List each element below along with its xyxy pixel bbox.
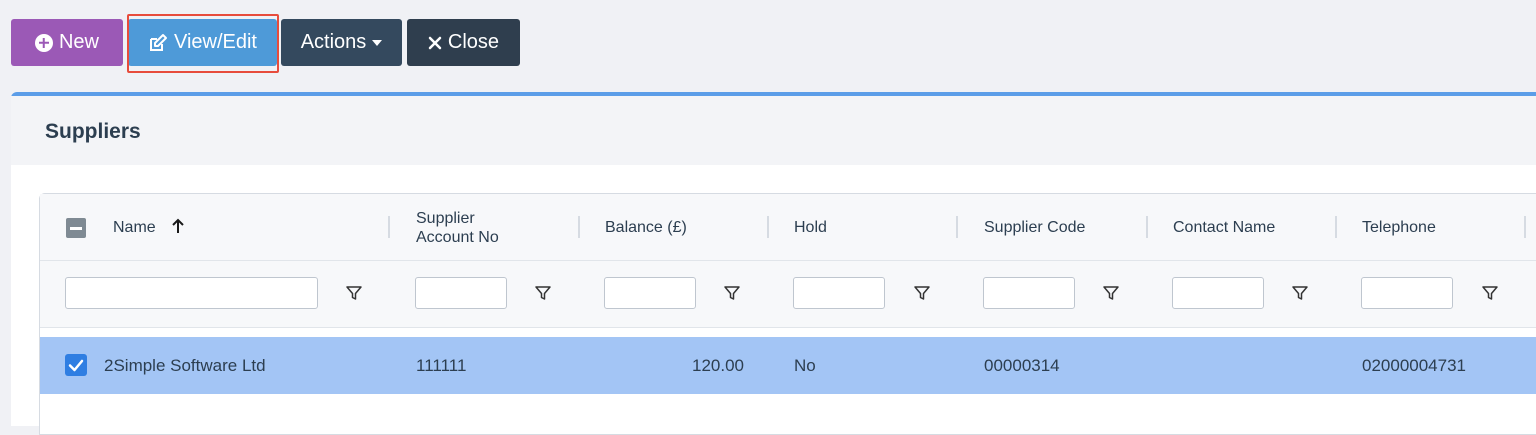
panel-header: Suppliers (11, 96, 1536, 165)
column-header-contact-name[interactable]: Contact Name (1173, 218, 1275, 237)
view-edit-button[interactable]: View/Edit (128, 19, 277, 66)
filter-input-name[interactable] (65, 277, 318, 309)
filter-icon[interactable] (913, 284, 931, 302)
column-header-balance[interactable]: Balance (£) (605, 218, 687, 237)
row-checkbox[interactable] (65, 354, 87, 376)
column-divider[interactable] (767, 216, 769, 238)
panel-title: Suppliers (45, 120, 141, 143)
close-button[interactable]: Close (407, 19, 520, 66)
checkbox-checked-icon (68, 359, 84, 372)
close-button-label: Close (447, 31, 500, 53)
cell-supplier-code: 00000314 (984, 356, 1060, 375)
cell-account-no: 111111 (416, 356, 467, 375)
select-all-checkbox[interactable] (66, 218, 86, 238)
column-header-hold[interactable]: Hold (794, 218, 827, 237)
filter-input-balance[interactable] (604, 277, 696, 309)
filter-icon[interactable] (345, 284, 363, 302)
column-header-telephone[interactable]: Telephone (1362, 218, 1436, 237)
caret-down-icon (372, 39, 383, 46)
filter-input-telephone[interactable] (1361, 277, 1453, 309)
column-divider[interactable] (578, 216, 580, 238)
column-divider[interactable] (388, 216, 390, 238)
view-edit-button-label: View/Edit (173, 31, 257, 53)
column-divider[interactable] (1146, 216, 1148, 238)
column-divider[interactable] (1524, 216, 1526, 238)
actions-dropdown-button[interactable]: Actions (281, 19, 402, 66)
cell-balance: 120.00 (692, 356, 744, 375)
new-button[interactable]: New (11, 19, 123, 66)
column-header-account-no[interactable]: Supplier Account No (416, 209, 526, 247)
plus-circle-icon (34, 33, 53, 52)
filter-icon[interactable] (1481, 284, 1499, 302)
cell-hold: No (794, 356, 816, 375)
cell-name: 2Simple Software Ltd (104, 356, 266, 375)
filter-input-contact-name[interactable] (1172, 277, 1264, 309)
sort-up-icon[interactable] (170, 217, 186, 235)
suppliers-panel: Suppliers Name Supplier Account No Balan… (11, 92, 1536, 435)
filter-icon[interactable] (1291, 284, 1309, 302)
column-header-supplier-code[interactable]: Supplier Code (984, 218, 1085, 237)
filter-icon[interactable] (1102, 284, 1120, 302)
grid-filter-row (40, 261, 1536, 328)
cell-telephone: 02000004731 (1362, 356, 1467, 375)
column-divider[interactable] (956, 216, 958, 238)
suppliers-grid: Name Supplier Account No Balance (£) Hol… (39, 193, 1536, 435)
actions-button-label: Actions (300, 31, 367, 53)
filter-icon[interactable] (723, 284, 741, 302)
close-icon (428, 36, 442, 50)
grid-header-row: Name Supplier Account No Balance (£) Hol… (40, 194, 1536, 261)
column-divider[interactable] (1335, 216, 1337, 238)
new-button-label: New (58, 31, 99, 53)
edit-icon (148, 33, 168, 53)
filter-input-supplier-code[interactable] (983, 277, 1075, 309)
table-row[interactable]: 2Simple Software Ltd 111111 120.00 No 00… (40, 337, 1536, 394)
filter-input-hold[interactable] (793, 277, 885, 309)
filter-input-account-no[interactable] (415, 277, 507, 309)
filter-icon[interactable] (534, 284, 552, 302)
column-header-name[interactable]: Name (113, 218, 156, 237)
